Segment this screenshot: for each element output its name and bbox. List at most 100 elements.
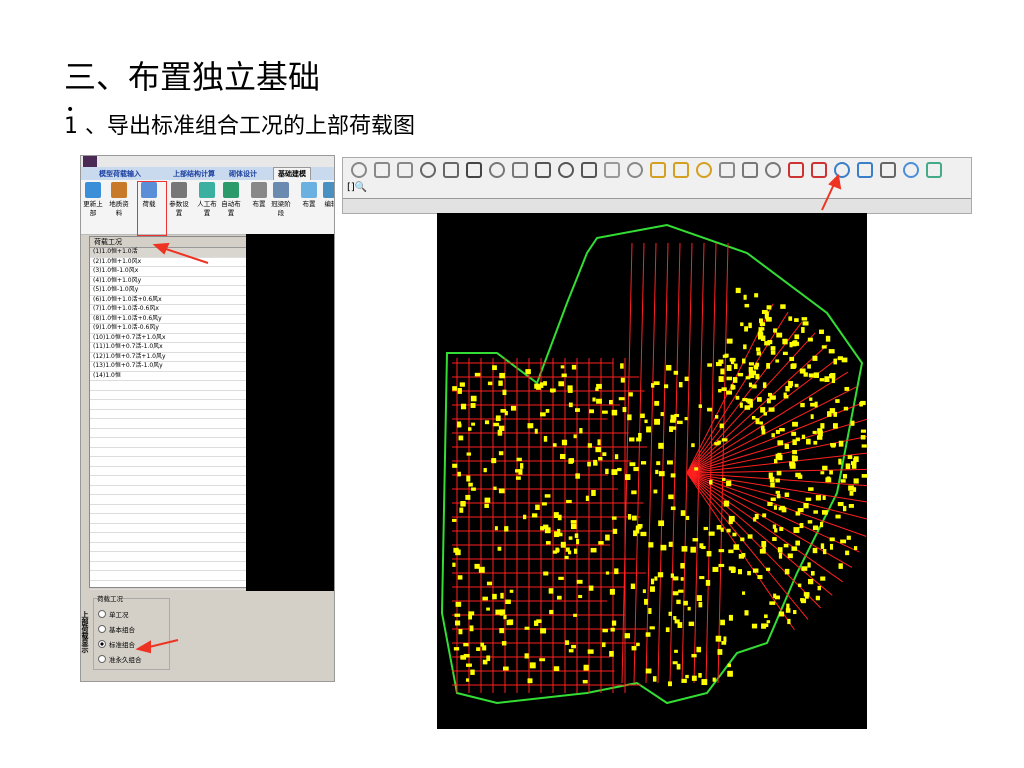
column-load-mark [598, 541, 604, 545]
column-load-mark [543, 435, 548, 442]
select-rect-icon[interactable] [604, 162, 620, 178]
ribbon-button[interactable]: 参数设置 [167, 182, 191, 218]
orbit-icon[interactable] [512, 162, 528, 178]
ribbon-button[interactable]: 自动布置 [219, 182, 243, 218]
zoom-in-icon[interactable] [535, 162, 551, 178]
list-item[interactable]: (2)1.0恒+1.0风x [90, 258, 246, 267]
triangle-icon[interactable] [696, 162, 712, 178]
pdf-icon[interactable] [788, 162, 804, 178]
camera-icon[interactable] [765, 162, 781, 178]
column-load-mark [669, 426, 674, 432]
column-load-mark [726, 480, 732, 487]
column-load-mark [791, 431, 797, 436]
list-item[interactable]: (14)1.0恒 [90, 372, 246, 381]
column-load-mark [457, 387, 462, 394]
column-load-mark [505, 599, 511, 605]
tab-structure-calc[interactable]: 上部结构计算 [173, 169, 215, 179]
column-load-mark [729, 357, 736, 362]
list-item[interactable]: (1)1.0恒+1.0活 [90, 248, 246, 258]
key-icon[interactable] [742, 162, 758, 178]
list-item[interactable]: (7)1.0恒+1.0活-0.6风x [90, 305, 246, 315]
teapot-icon[interactable] [627, 162, 643, 178]
radio-option[interactable]: 准永久组合 [98, 654, 142, 664]
column-load-mark [470, 669, 475, 675]
zoom-out-icon[interactable] [581, 162, 597, 178]
column-load-mark [770, 482, 775, 488]
column-load-mark [789, 463, 796, 469]
measure-icon[interactable] [650, 162, 666, 178]
print-icon[interactable] [880, 162, 896, 178]
column-load-mark [545, 408, 550, 413]
column-load-mark [791, 546, 798, 551]
column-load-mark [674, 649, 678, 653]
list-item[interactable]: (10)1.0恒+0.7活+1.0风x [90, 334, 246, 343]
column-load-mark [468, 427, 472, 431]
radio-option[interactable]: 标准组合 [98, 639, 135, 649]
ribbon-button[interactable]: 更新上部 [81, 182, 105, 218]
load-case-list[interactable]: 荷载工况 (1)1.0恒+1.0活 (2)1.0恒+1.0风x (3)1.0恒-1.… [89, 236, 247, 590]
slide-title: 三、布置独立基础 [64, 58, 321, 96]
column-load-mark [642, 589, 646, 594]
column-load-mark [767, 392, 773, 397]
list-item[interactable]: (8)1.0恒+1.0活+0.6风y [90, 315, 246, 324]
column-load-mark [609, 399, 613, 405]
ribbon-button[interactable]: 人工布置 [195, 182, 219, 218]
empty-row [90, 429, 246, 438]
house-icon[interactable] [489, 162, 505, 178]
list-item[interactable]: (5)1.0恒-1.0风y [90, 286, 246, 296]
zoom-window-icon[interactable] [558, 162, 574, 178]
list-item[interactable]: (6)1.0恒+1.0活+0.6风x [90, 296, 246, 305]
column-load-mark [640, 461, 647, 465]
list-item[interactable]: (4)1.0恒+1.0风y [90, 277, 246, 286]
column-load-mark [767, 339, 773, 345]
save-icon[interactable] [903, 162, 919, 178]
ribbon-button[interactable]: 布置 [247, 182, 271, 209]
column-load-mark [492, 593, 497, 600]
ribbon-button[interactable]: 地质资料 [107, 182, 131, 218]
copy-icon[interactable] [374, 162, 390, 178]
column-load-mark [785, 386, 790, 392]
box-solid-icon[interactable] [466, 162, 482, 178]
import-icon[interactable] [834, 162, 850, 178]
list-item[interactable]: (9)1.0恒+1.0活-0.6风y [90, 324, 246, 334]
column-load-mark [810, 414, 814, 419]
ribbon-button[interactable]: 编辑 [319, 182, 334, 209]
radio-option[interactable]: 单工况 [98, 609, 129, 619]
column-load-mark [564, 555, 569, 560]
column-load-mark [708, 531, 715, 536]
list-item[interactable]: (3)1.0恒-1.0风x [90, 267, 246, 277]
column-load-mark [482, 596, 488, 601]
box-3d-icon[interactable] [420, 162, 436, 178]
column-load-mark [752, 384, 757, 389]
column-load-mark [611, 469, 618, 475]
tab-masonry[interactable]: 砌体设计 [229, 169, 257, 179]
column-load-mark [771, 433, 775, 438]
ribbon-button[interactable]: 冠梁阶段 [269, 182, 293, 218]
column-load-mark [509, 589, 514, 593]
column-load-mark [860, 429, 867, 433]
box-wire-icon[interactable] [443, 162, 459, 178]
column-load-mark [758, 318, 764, 324]
ribbon-button[interactable]: 布置 [297, 182, 321, 209]
column-load-mark [821, 345, 827, 349]
column-load-mark [759, 421, 763, 425]
find-icon[interactable]: []🔍 [347, 182, 367, 193]
column-load-mark [602, 410, 608, 414]
paste-icon[interactable] [397, 162, 413, 178]
ruler-icon[interactable] [673, 162, 689, 178]
list-item[interactable]: (13)1.0恒+0.7活-1.0风y [90, 362, 246, 372]
tab-model-load[interactable]: 模型荷载输入 [99, 169, 141, 179]
column-load-mark [629, 462, 636, 467]
refresh-icon[interactable] [926, 162, 942, 178]
column-load-mark [610, 627, 615, 632]
list-item[interactable]: (11)1.0恒+0.7活-1.0风x [90, 343, 246, 353]
cut-icon[interactable] [351, 162, 367, 178]
text-a-icon[interactable] [719, 162, 735, 178]
empty-row [90, 438, 246, 448]
column-load-mark [536, 619, 542, 623]
pointer-red-icon[interactable] [811, 162, 827, 178]
tab-foundation[interactable]: 基础建模 [273, 167, 311, 181]
export-icon[interactable] [857, 162, 873, 178]
list-item[interactable]: (12)1.0恒+0.7活+1.0风y [90, 353, 246, 362]
radio-option[interactable]: 基本组合 [98, 624, 135, 634]
